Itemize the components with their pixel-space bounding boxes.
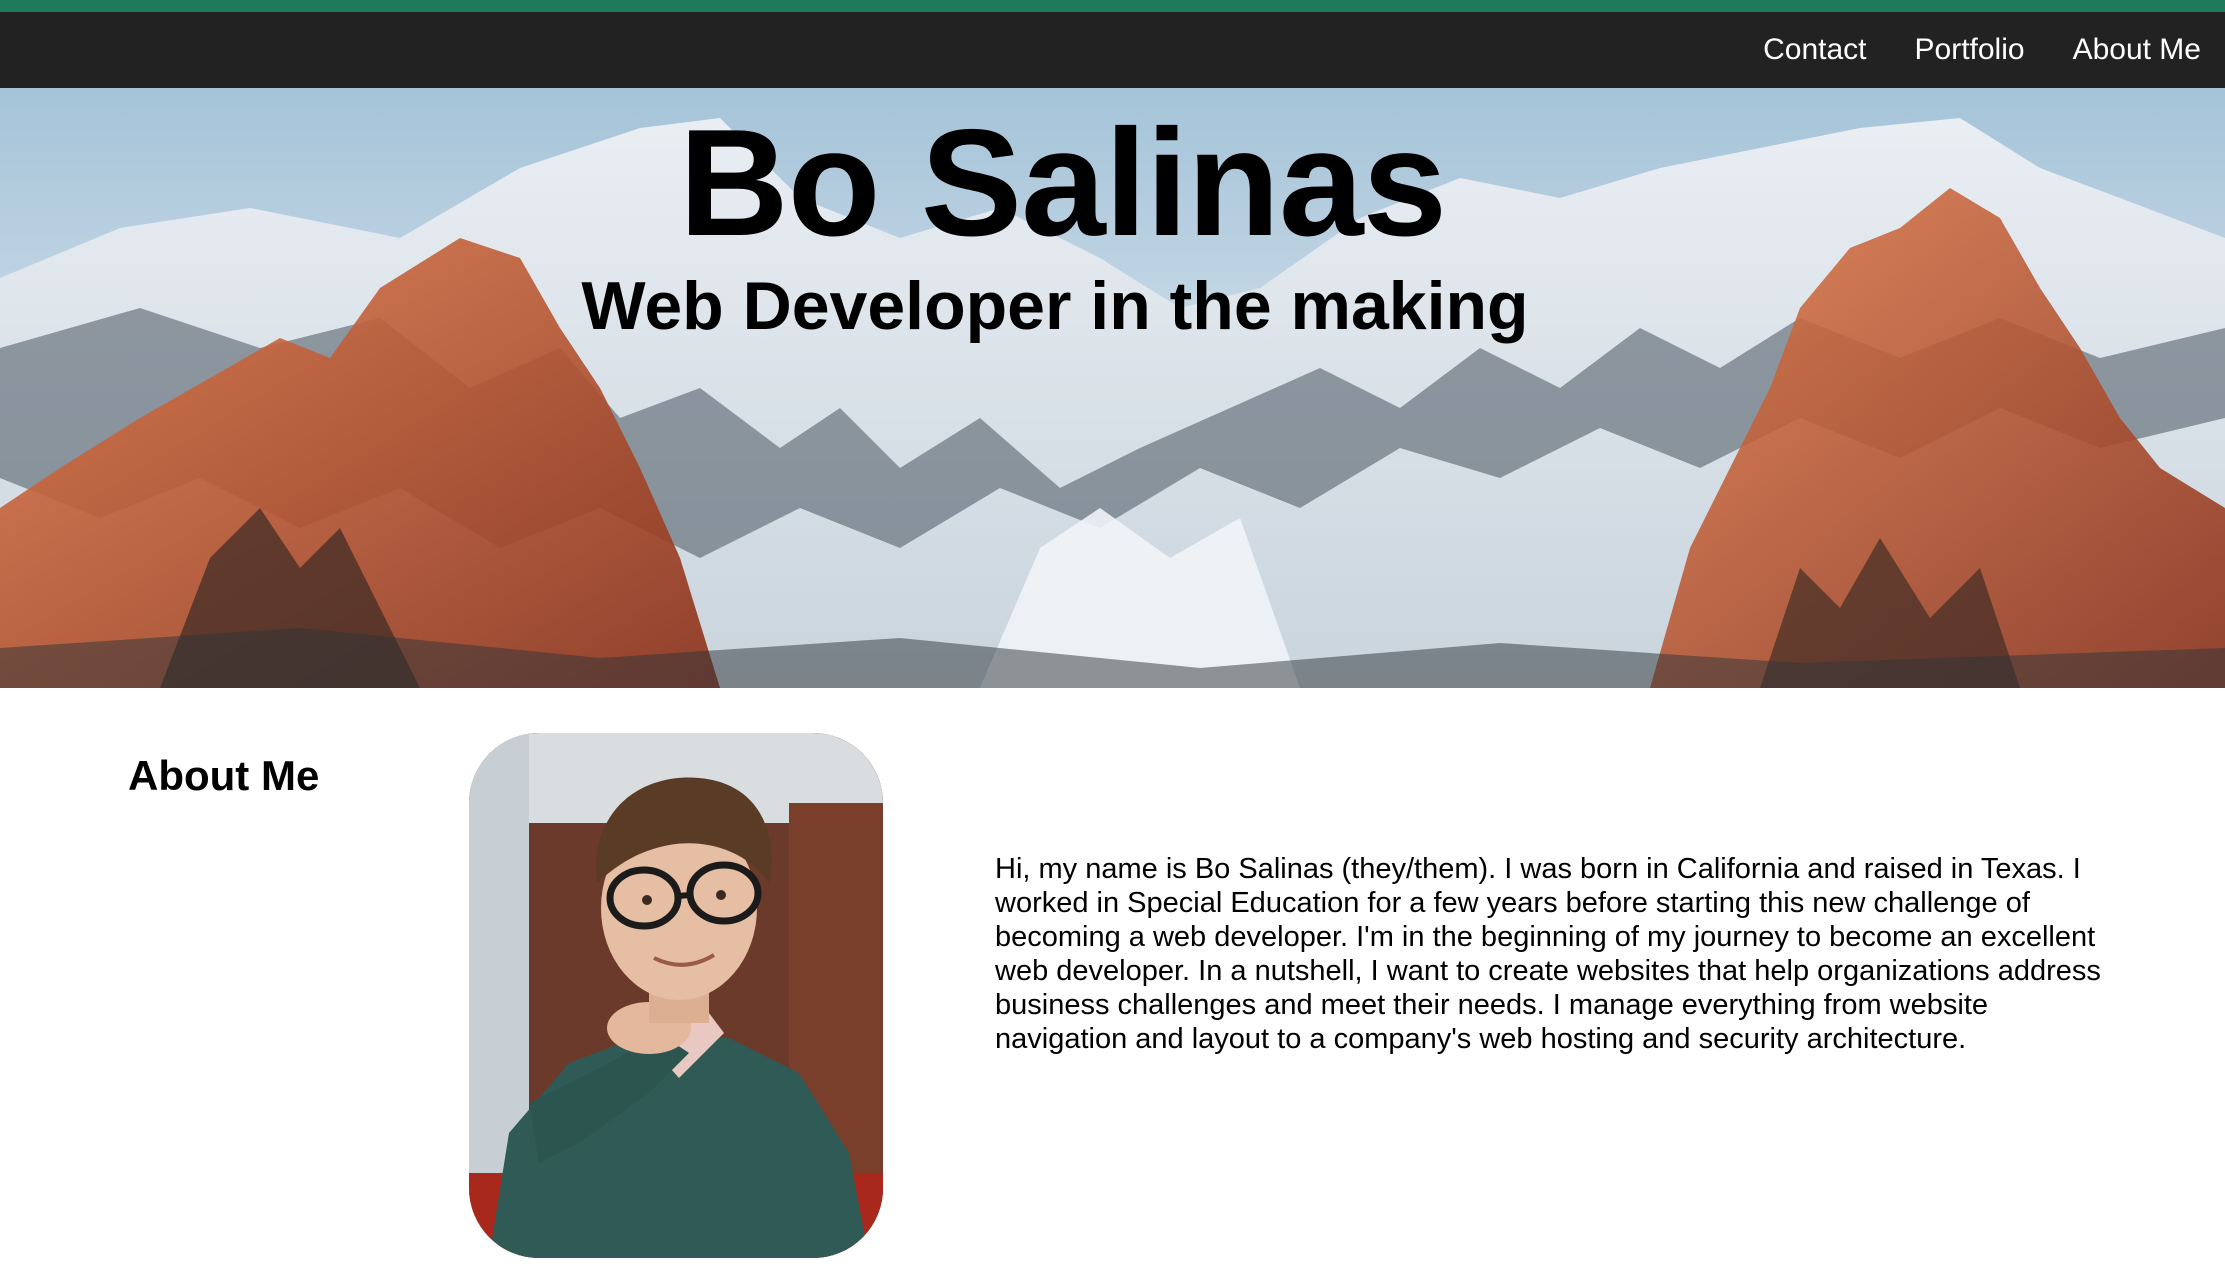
navbar: Contact Portfolio About Me — [0, 12, 2225, 88]
hero-title: Bo Salinas — [678, 98, 1447, 268]
about-text: Hi, my name is Bo Salinas (they/them). I… — [995, 853, 2101, 1055]
nav-link-contact[interactable]: Contact — [1763, 33, 1866, 66]
nav-link-portfolio[interactable]: Portfolio — [1915, 33, 2025, 66]
nav-item-about-me: About Me — [2073, 33, 2201, 67]
profile-photo-image — [469, 733, 883, 1258]
nav-list: Contact Portfolio About Me — [1763, 12, 2201, 88]
nav-item-contact: Contact — [1763, 33, 1866, 67]
profile-photo — [469, 733, 883, 1258]
nav-item-portfolio: Portfolio — [1915, 33, 2025, 67]
hero-subtitle: Web Developer in the making — [581, 268, 1529, 344]
nav-link-about-me[interactable]: About Me — [2073, 33, 2201, 66]
hero-banner: Bo Salinas Web Developer in the making — [0, 88, 2225, 688]
about-heading: About Me — [128, 752, 320, 799]
top-accent-bar — [0, 0, 2225, 12]
